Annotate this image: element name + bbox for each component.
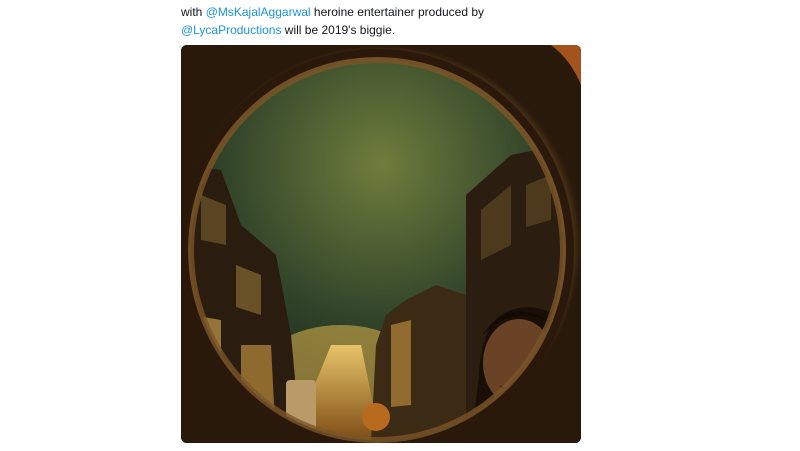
tweet-photo[interactable]: [181, 45, 581, 443]
tweet-text-middle: heroine entertainer produced by: [310, 5, 485, 19]
mention-lyca-link[interactable]: @LycaProductions: [181, 23, 281, 37]
mention-kajal-link[interactable]: @MsKajalAggarwal: [206, 5, 311, 19]
tweet-page: with @MsKajalAggarwal heroine entertaine…: [0, 0, 800, 451]
photo-artwork: [181, 45, 581, 443]
tweet-text: with @MsKajalAggarwal heroine entertaine…: [181, 3, 581, 39]
tweet-text-suffix: will be 2019's biggie.: [281, 23, 396, 37]
round-sign: [362, 403, 390, 431]
right-lit-window: [391, 320, 411, 407]
tweet-text-prefix: with: [181, 5, 206, 19]
